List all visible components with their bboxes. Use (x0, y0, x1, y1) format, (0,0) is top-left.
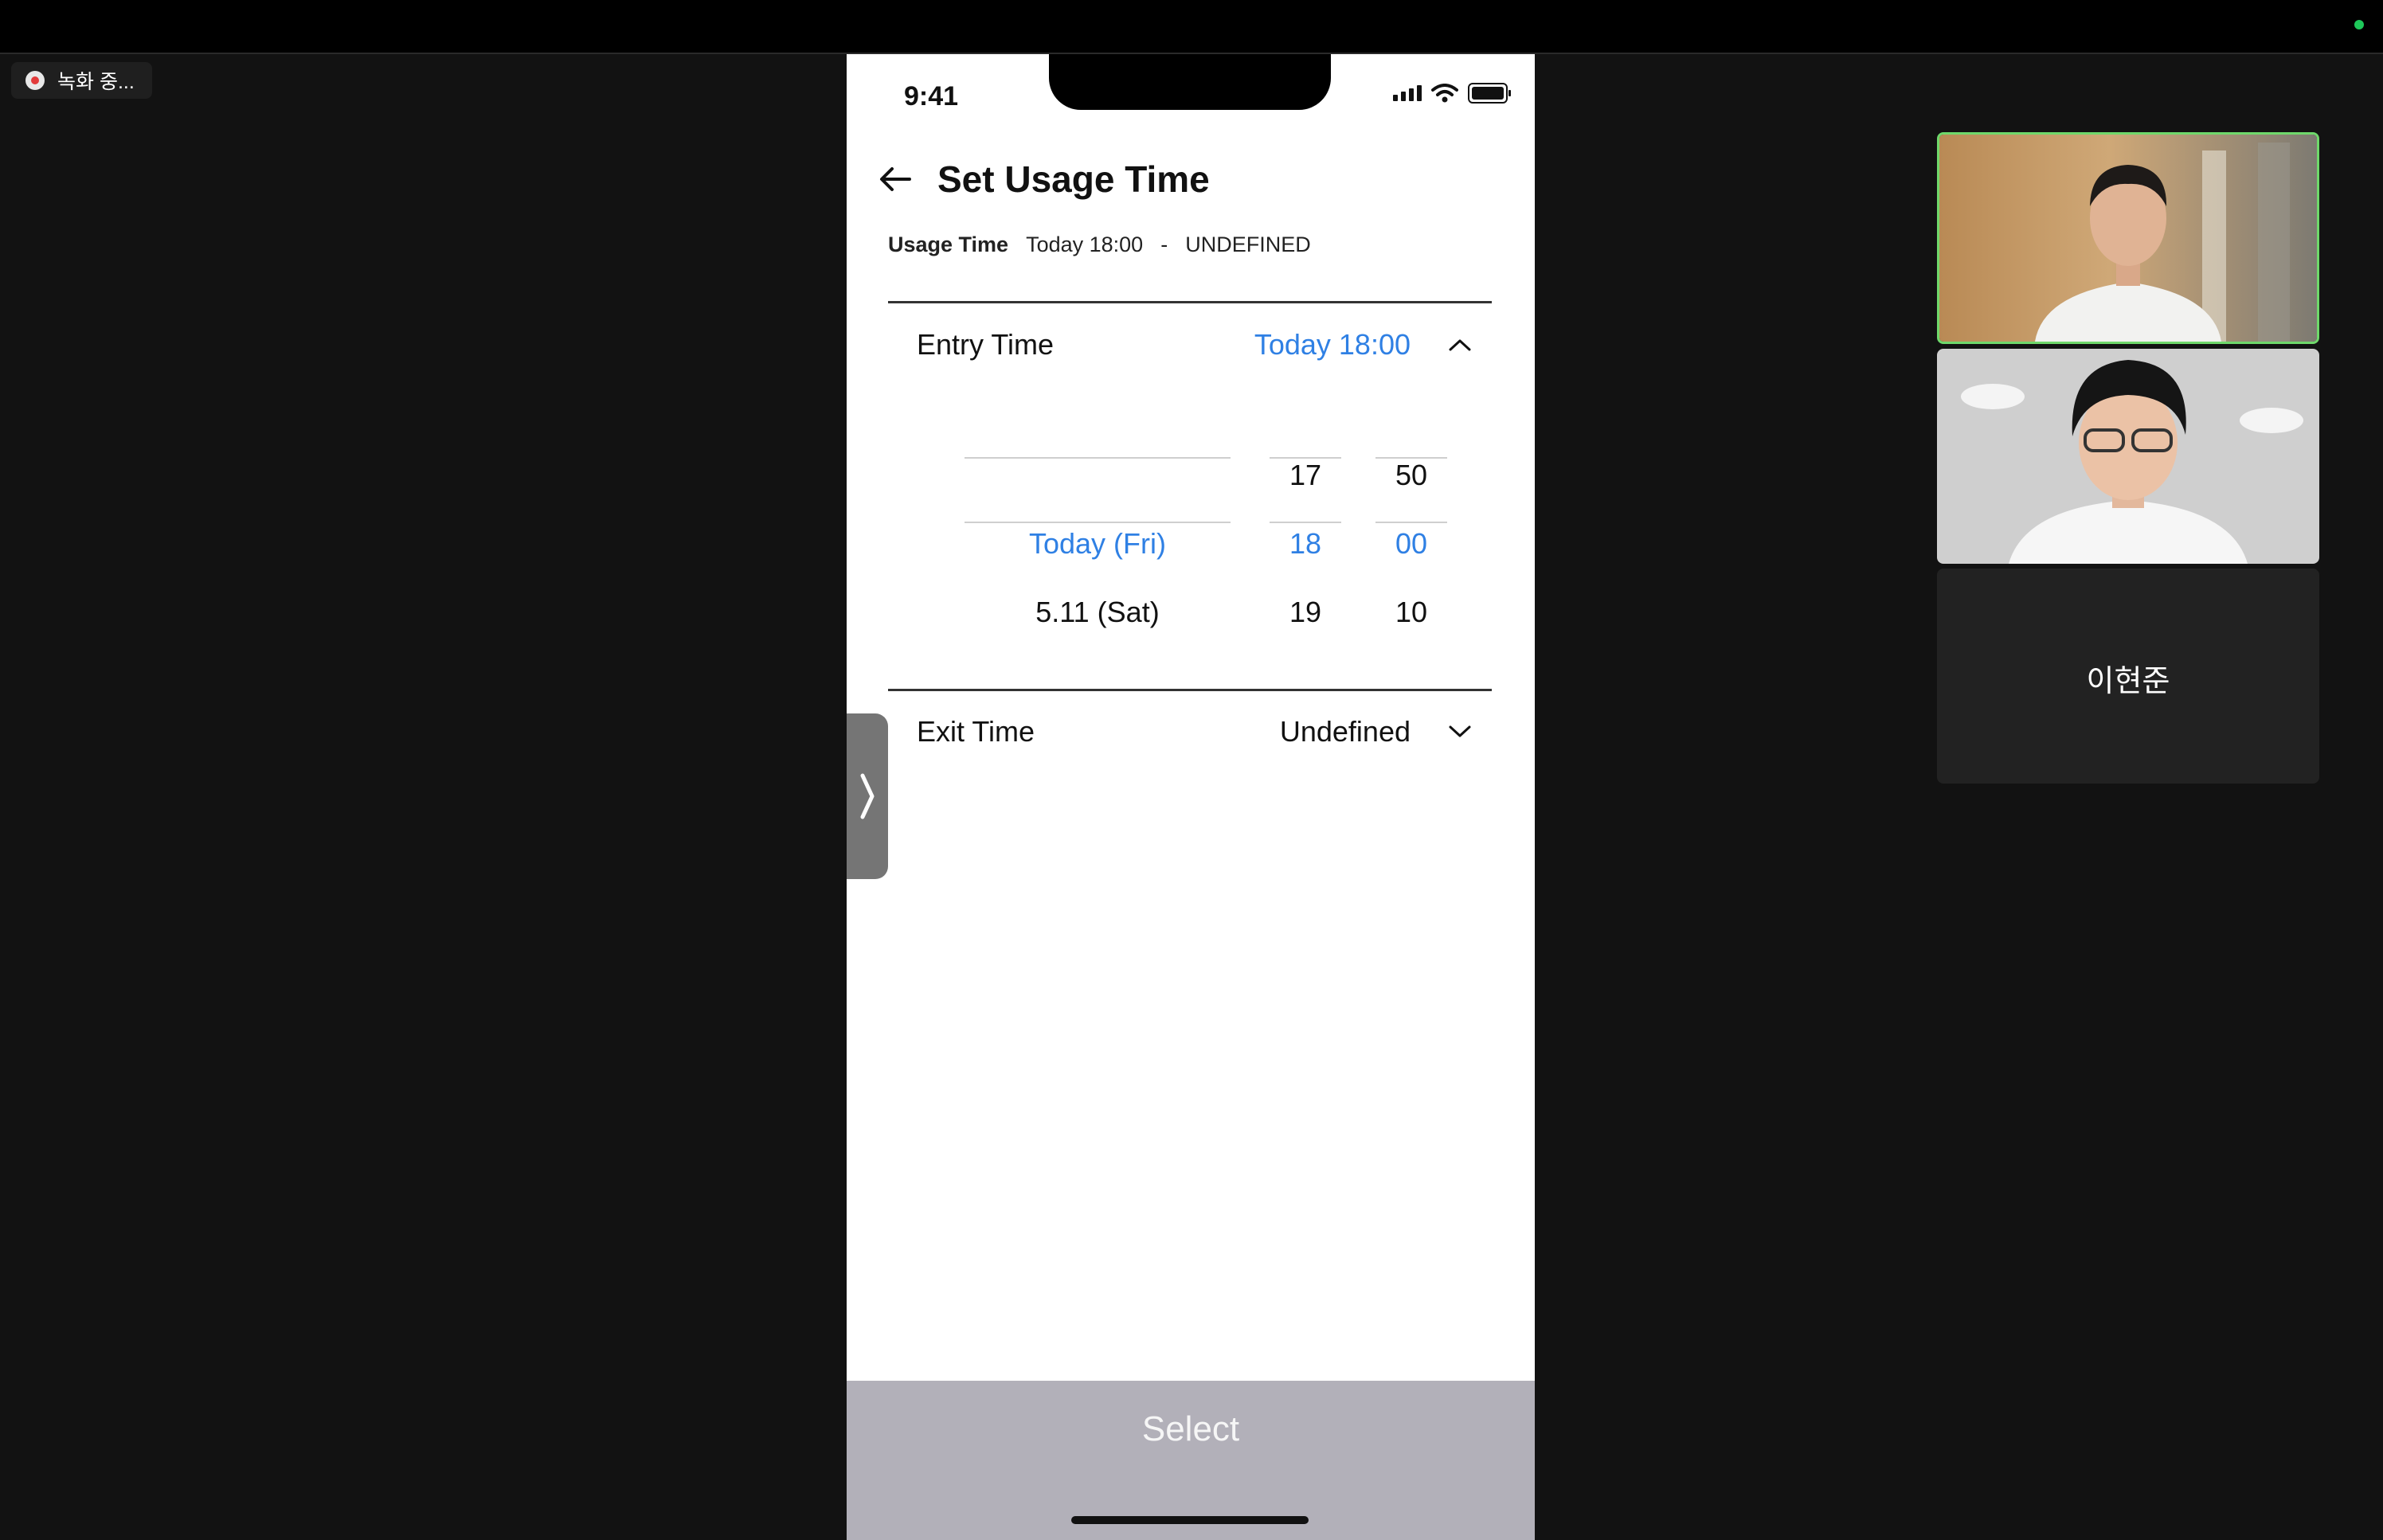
participant-video-tile[interactable] (1937, 132, 2319, 344)
exit-time-row[interactable]: Exit Time Undefined (917, 715, 1474, 749)
battery-icon (1468, 83, 1511, 104)
connection-status-icon (2354, 20, 2364, 29)
picker-minute-selected[interactable]: 00 (1375, 527, 1447, 561)
recording-label: 녹화 중... (57, 71, 135, 93)
picker-selection-line (1270, 522, 1341, 523)
participant-video (1937, 349, 2319, 564)
entry-time-value: Today 18:00 (1254, 328, 1411, 361)
back-arrow-icon[interactable] (877, 161, 914, 197)
side-panel-handle[interactable] (847, 713, 888, 879)
usage-separator: - (1160, 233, 1168, 256)
status-time: 9:41 (904, 81, 959, 111)
entry-time-label: Entry Time (917, 328, 1055, 361)
picker-selection-line (1270, 457, 1341, 459)
wifi-icon (1431, 84, 1458, 103)
shared-phone-screen: 9:41 Set Usage Time Usage Time Today 18:… (847, 54, 1535, 1540)
chevron-right-icon (860, 773, 875, 819)
picker-selection-line (1375, 522, 1447, 523)
picker-hour-selected[interactable]: 18 (1270, 527, 1341, 561)
picker-selection-line (965, 457, 1231, 459)
chevron-down-icon[interactable] (1446, 717, 1474, 746)
page-header: Set Usage Time (877, 158, 1210, 201)
recording-indicator[interactable]: 녹화 중... (11, 62, 152, 99)
picker-selection-line (965, 522, 1231, 523)
status-icons (1393, 83, 1511, 104)
entry-time-row[interactable]: Entry Time Today 18:00 (917, 328, 1474, 362)
page-title: Set Usage Time (937, 158, 1210, 200)
picker-hour-option[interactable]: 17 (1270, 459, 1341, 492)
usage-end-value: UNDEFINED (1185, 233, 1311, 256)
select-button[interactable]: Select (847, 1381, 1535, 1540)
cellular-signal-icon (1393, 85, 1422, 101)
participant-name: 이현준 (2086, 665, 2170, 698)
home-indicator (1071, 1516, 1309, 1524)
picker-selection-line (1375, 457, 1447, 459)
chevron-up-icon[interactable] (1446, 330, 1474, 359)
picker-date-option[interactable]: 5.11 (Sat) (966, 596, 1229, 629)
picker-minute-option[interactable]: 50 (1375, 459, 1447, 492)
section-divider (888, 301, 1492, 303)
picker-minute-option[interactable]: 10 (1375, 596, 1447, 629)
select-label: Select (1141, 1409, 1240, 1448)
meeting-top-bar (0, 0, 2383, 54)
section-divider (888, 689, 1492, 691)
picker-date-selected[interactable]: Today (Fri) (966, 527, 1229, 561)
participant-video (1939, 135, 2317, 342)
picker-hour-option[interactable]: 19 (1270, 596, 1341, 629)
phone-notch (1049, 54, 1331, 110)
usage-time-summary: Usage Time Today 18:00 - UNDEFINED (888, 233, 1311, 257)
exit-time-label: Exit Time (917, 715, 1035, 748)
exit-time-value: Undefined (1279, 715, 1411, 748)
usage-time-label: Usage Time (888, 233, 1009, 256)
record-icon (25, 71, 45, 90)
participant-name-tile[interactable]: 이현준 (1937, 569, 2319, 784)
participant-video-tile[interactable] (1937, 349, 2319, 564)
usage-start-value: Today 18:00 (1026, 233, 1144, 256)
